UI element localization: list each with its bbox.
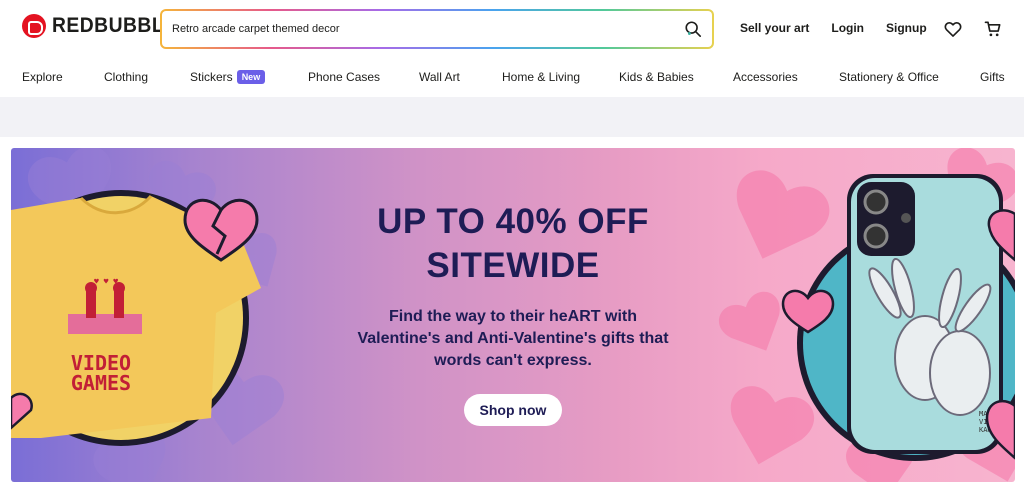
new-badge: New (236, 70, 266, 84)
hero-banner[interactable]: ♥ ♥ ♥ VIDEO GAMES UP TO 40% OFF SITEWIDE… (11, 148, 1015, 482)
redbubble-logo-icon (22, 14, 46, 38)
account-links: Sell your art Login Signup (740, 21, 927, 35)
hero-subtitle-line1: Find the way to their heART with (389, 308, 637, 325)
nav-item-clothing[interactable]: Clothing (104, 70, 148, 84)
heart-edge-left-icon (11, 392, 33, 430)
svg-text:GAMES: GAMES (71, 371, 131, 395)
hero-subtitle-line2: Valentine's and Anti-Valentine's gifts t… (357, 330, 669, 347)
header-icons (943, 19, 1003, 39)
category-nav: Explore Clothing Stickers New Phone Cases… (0, 66, 1024, 90)
nav-item-stationery-office[interactable]: Stationery & Office (839, 70, 939, 84)
nav-item-accessories[interactable]: Accessories (733, 70, 798, 84)
hero-title-line1: UP TO 40% OFF (377, 202, 649, 241)
hero-subtitle-line3: words can't express. (434, 352, 592, 369)
nav-item-wall-art[interactable]: Wall Art (419, 70, 460, 84)
login-link[interactable]: Login (831, 21, 864, 35)
nav-item-phone-cases[interactable]: Phone Cases (308, 70, 380, 84)
header: REDBUBBLE Sell your art Login Signup (0, 0, 1024, 58)
heart-right-edge-icon (985, 399, 1015, 460)
sell-your-art-link[interactable]: Sell your art (740, 21, 809, 35)
hero-title: UP TO 40% OFF SITEWIDE (321, 200, 705, 288)
search-input[interactable] (172, 23, 684, 35)
search-bar (160, 9, 714, 49)
signup-link[interactable]: Signup (886, 21, 927, 35)
brand-name: REDBUBBLE (52, 14, 178, 37)
nav-item-gifts[interactable]: Gifts (980, 70, 1005, 84)
nav-item-stickers-label: Stickers (190, 70, 233, 84)
heart-left-of-phone-icon (781, 289, 835, 334)
nav-item-home-living[interactable]: Home & Living (502, 70, 580, 84)
broken-heart-icon (183, 198, 259, 262)
nav-item-explore[interactable]: Explore (22, 70, 63, 84)
nav-item-kids-babies[interactable]: Kids & Babies (619, 70, 694, 84)
search-icon[interactable] (684, 20, 702, 38)
cart-icon[interactable] (983, 19, 1003, 39)
promo-strip (0, 97, 1024, 137)
hero-title-line2: SITEWIDE (426, 246, 600, 285)
heart-icon[interactable] (943, 19, 963, 39)
svg-text:♥ ♥ ♥: ♥ ♥ ♥ (94, 277, 118, 286)
hero-subtitle: Find the way to their heART with Valenti… (331, 306, 695, 372)
nav-item-stickers[interactable]: Stickers New (190, 70, 266, 84)
heart-top-right-edge-icon (987, 209, 1015, 262)
shop-now-button[interactable]: Shop now (464, 394, 562, 426)
